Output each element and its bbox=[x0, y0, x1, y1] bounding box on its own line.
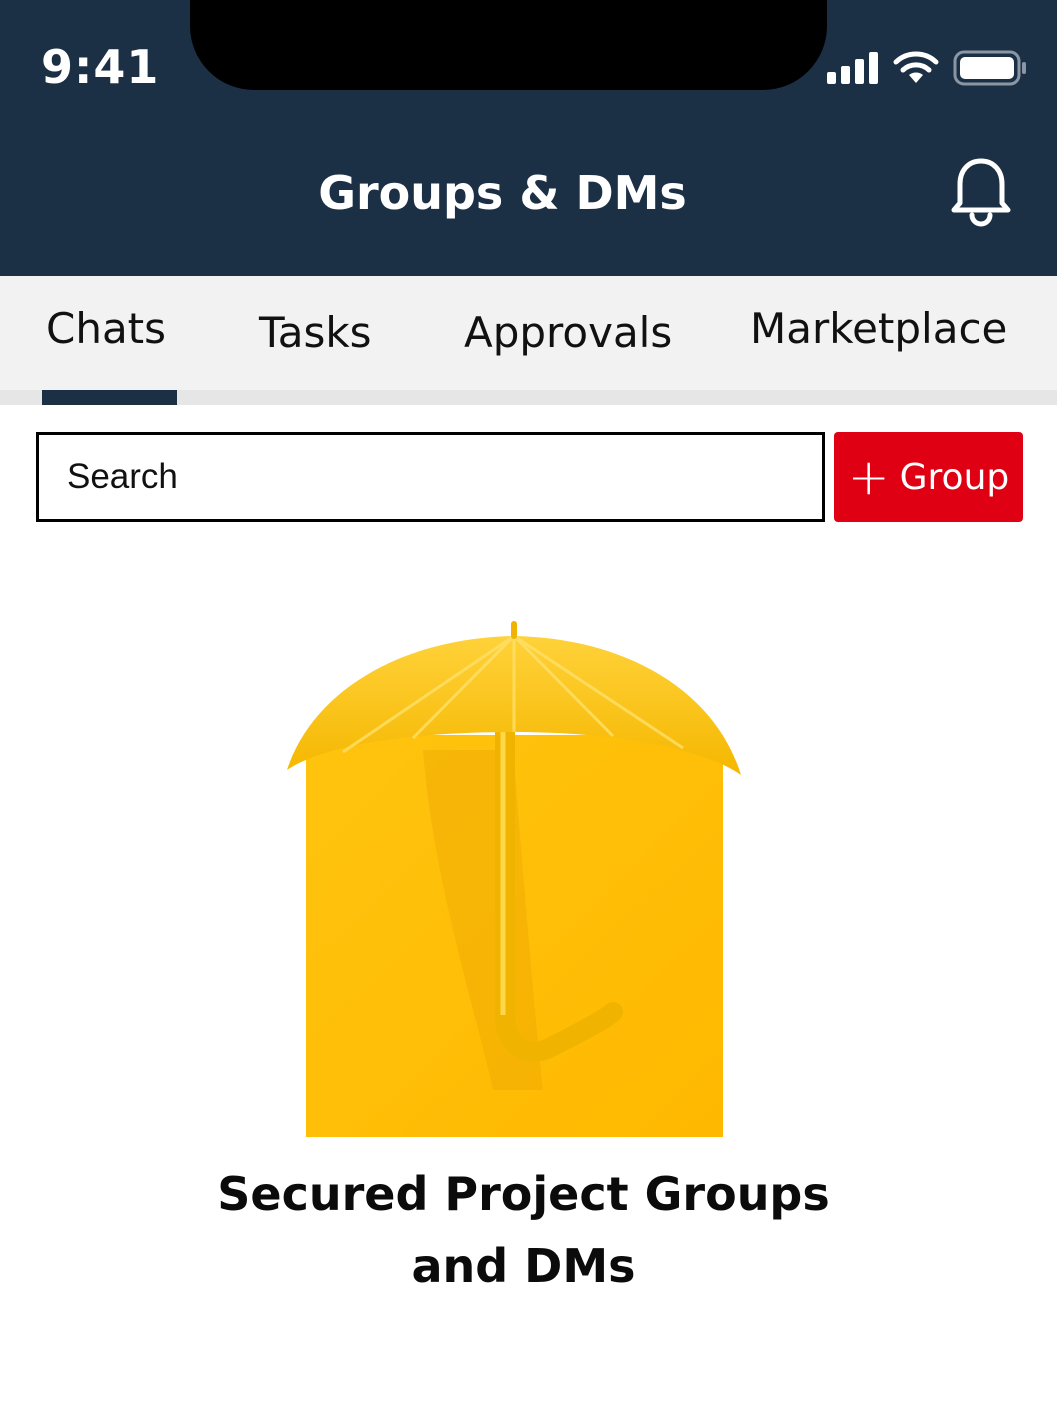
empty-state-caption-line2: and DMs bbox=[411, 1239, 636, 1293]
tab-tasks[interactable]: Tasks bbox=[259, 308, 372, 357]
app-header: 9:41 Groups & DMs bbox=[0, 0, 1057, 276]
status-time: 9:41 bbox=[41, 40, 160, 94]
plus-icon: + bbox=[847, 448, 890, 506]
tab-chats[interactable]: Chats bbox=[46, 304, 166, 353]
empty-state-caption-line1: Secured Project Groups bbox=[217, 1167, 830, 1221]
wifi-icon bbox=[893, 51, 939, 83]
empty-state-caption: Secured Project Groups and DMs bbox=[0, 1158, 1047, 1302]
page-title: Groups & DMs bbox=[318, 166, 687, 220]
battery-icon bbox=[953, 50, 1026, 86]
search-input[interactable] bbox=[36, 432, 825, 522]
bell-icon[interactable] bbox=[950, 155, 1012, 229]
umbrella-illustration bbox=[287, 621, 741, 1137]
tab-bar: Chats Tasks Approvals Marketplace bbox=[0, 276, 1057, 405]
active-tab-indicator bbox=[42, 390, 177, 405]
signal-icon bbox=[827, 52, 878, 84]
status-icons bbox=[827, 48, 1027, 88]
add-group-button-label: Group bbox=[899, 456, 1010, 498]
tab-marketplace[interactable]: Marketplace bbox=[750, 304, 1007, 353]
tab-approvals[interactable]: Approvals bbox=[464, 308, 672, 357]
add-group-button[interactable]: + Group bbox=[834, 432, 1023, 522]
device-notch bbox=[190, 0, 827, 90]
